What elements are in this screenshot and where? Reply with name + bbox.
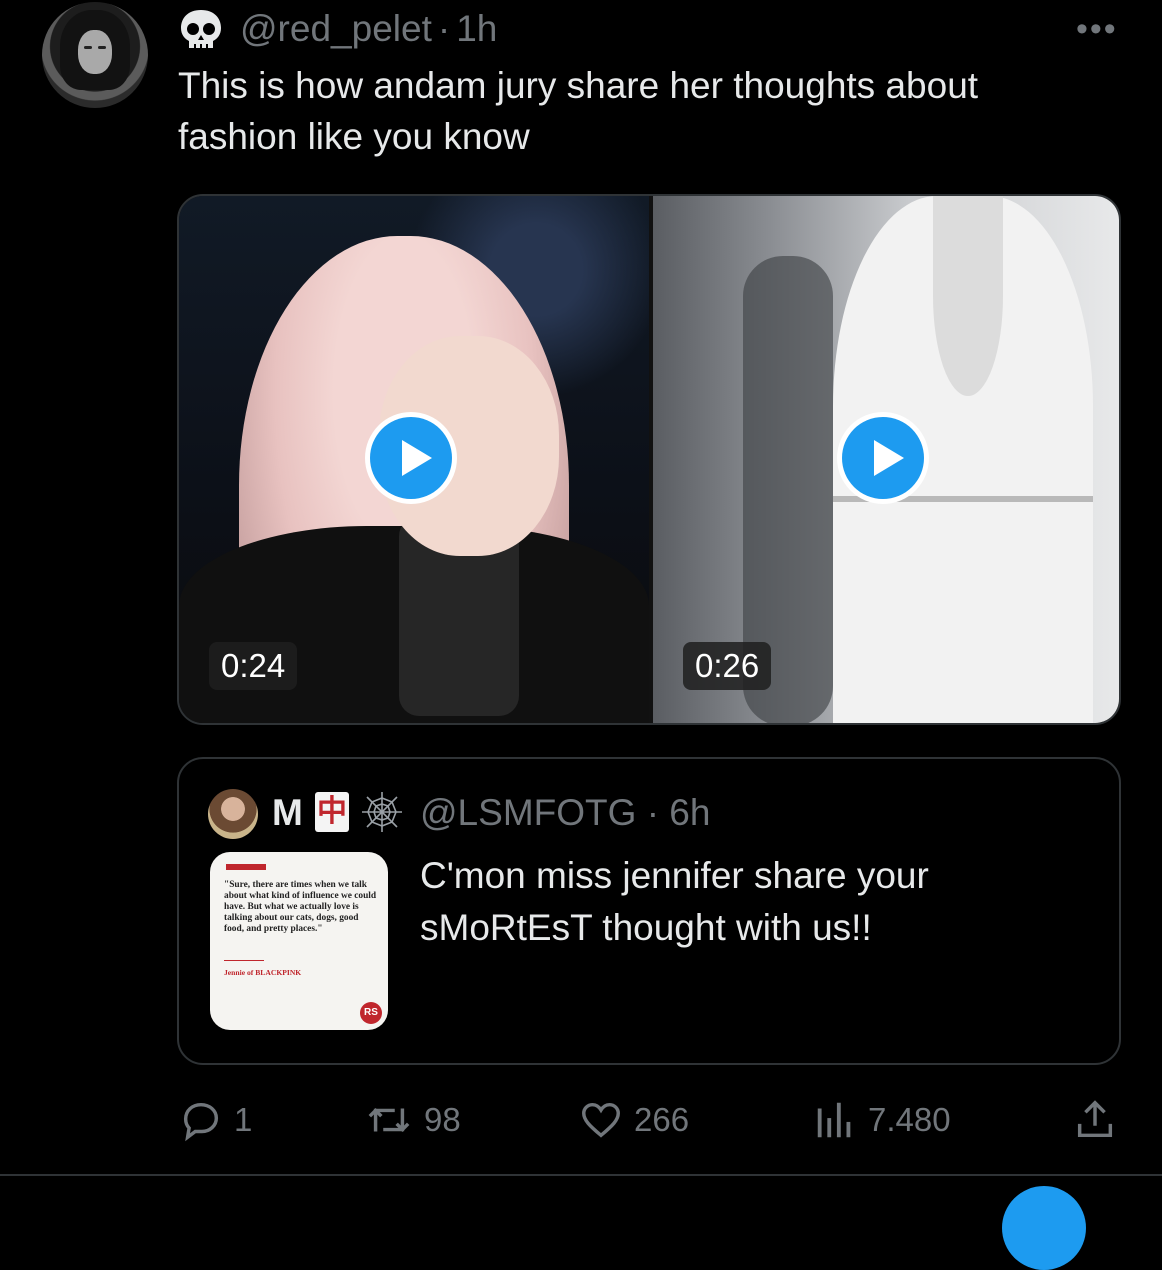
reply-button[interactable]: 1 (178, 1096, 252, 1144)
quoted-handle: @LSMFOTG (420, 792, 637, 833)
like-count: 266 (634, 1101, 690, 1138)
play-icon (842, 417, 924, 499)
rolling-stone-logo: RS (360, 1002, 382, 1024)
quoted-time: 6h (669, 792, 711, 833)
quoted-author-name: M (272, 792, 303, 833)
repost-count: 98 (424, 1101, 461, 1138)
more-options-button[interactable]: ••• (1076, 12, 1118, 46)
separator: · (437, 8, 451, 49)
play-icon (370, 417, 452, 499)
analytics-icon (817, 1102, 851, 1138)
share-button[interactable] (1072, 1096, 1128, 1144)
compose-button[interactable] (1002, 1186, 1086, 1270)
video-duration: 0:24 (209, 642, 298, 690)
mahjong-badge-icon: 中 (315, 792, 349, 832)
media-grid: 0:24 0:26 (177, 194, 1121, 725)
author-handle-line[interactable]: @red_pelet · 1h (240, 6, 497, 52)
quoted-author-avatar (208, 789, 258, 839)
author-avatar[interactable] (42, 2, 148, 108)
repost-icon (368, 1107, 410, 1133)
quoted-text: C'mon miss jennifer share your sMoRtEsT … (420, 855, 929, 948)
spider-web-icon (362, 792, 402, 832)
separator: · (646, 792, 660, 833)
author-handle[interactable]: @red_pelet (240, 8, 432, 49)
quoted-image[interactable]: "Sure, there are times when we talk abou… (210, 852, 388, 1030)
quote-card-text: "Sure, there are times when we talk abou… (224, 880, 377, 934)
video-thumbnail-2[interactable]: 0:26 (653, 196, 1119, 723)
tweet-text: This is how andam jury share her thought… (178, 65, 979, 157)
play-button[interactable] (365, 412, 457, 504)
share-icon (1077, 1100, 1113, 1138)
views-button[interactable]: 7.480 (812, 1096, 951, 1144)
heart-icon (582, 1102, 620, 1138)
quote-card-attribution: Jennie of BLACKPINK (224, 968, 302, 977)
skull-icon (181, 10, 221, 49)
play-button[interactable] (837, 412, 929, 504)
like-button[interactable]: 266 (578, 1096, 689, 1144)
post-time[interactable]: 1h (456, 8, 497, 49)
quoted-handle-line: @LSMFOTG · 6h (420, 790, 710, 836)
reply-count: 1 (234, 1101, 253, 1138)
video-thumbnail-1[interactable]: 0:24 (179, 196, 649, 723)
divider (0, 1174, 1162, 1176)
view-count: 7.480 (868, 1101, 951, 1138)
video-duration: 0:26 (683, 642, 772, 690)
reply-icon (183, 1102, 219, 1142)
repost-button[interactable]: 98 (364, 1096, 461, 1144)
